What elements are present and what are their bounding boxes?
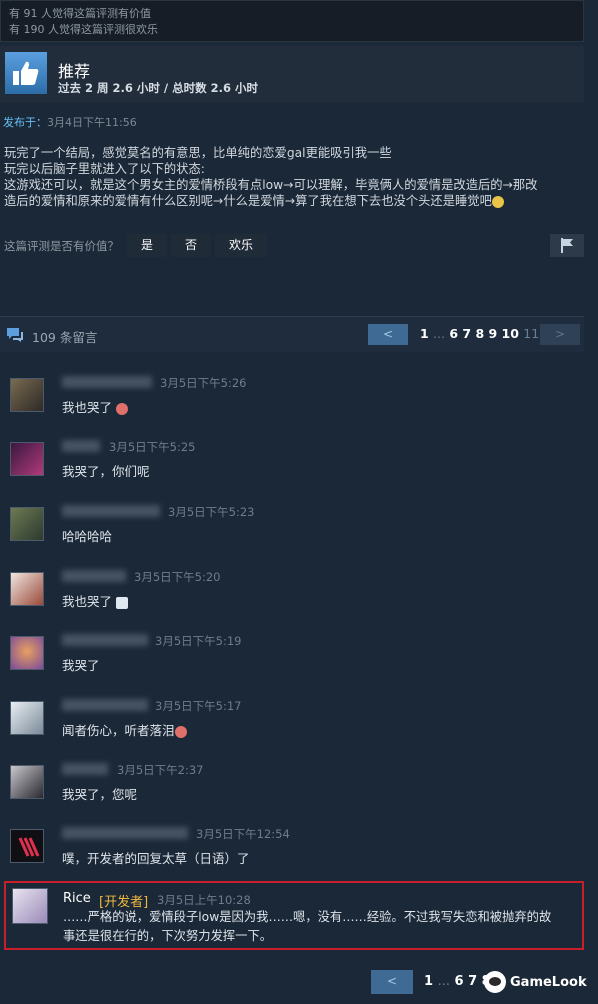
comment-item: 3月5日下午5:20 我也哭了: [0, 568, 584, 628]
vote-question: 这篇评测是否有价值？: [4, 239, 119, 253]
comments-icon: [7, 328, 23, 342]
review-line: 造后的爱情和原来的爱情有什么区别呢→什么是爱情→算了我在想下去也没个头还是睡觉吧: [4, 194, 492, 208]
comment-text: 噗，开发者的回复太草（日语）了: [62, 851, 250, 866]
recommendation-header: 推荐 过去 2 周 2.6 小时 / 总时数 2.6 小时: [0, 46, 584, 102]
comment-time: 3月5日下午12:54: [196, 827, 290, 841]
review-line: 这游戏还可以，就是这个男女主的爱情桥段有点low→可以理解，毕竟俩人的爱情是改造…: [4, 178, 538, 192]
comment-text: 我哭了: [62, 658, 100, 673]
report-flag-button[interactable]: [550, 234, 584, 257]
avatar[interactable]: [10, 701, 44, 735]
commenter-name-blurred[interactable]: [62, 376, 152, 388]
comment-item: 3月5日下午5:19 我哭了: [0, 632, 584, 692]
posted-label: 发布于：: [3, 116, 47, 129]
comment-time: 3月5日下午5:20: [134, 570, 221, 584]
comment-item: 3月5日下午12:54 噗，开发者的回复太草（日语）了: [0, 825, 584, 885]
sleepy-emoji-icon: [491, 195, 504, 208]
pagination-prev-button[interactable]: <: [368, 324, 408, 345]
gamelook-watermark: GameLook: [484, 970, 587, 994]
comment-item: 3月5日下午5:26 我也哭了: [0, 374, 584, 434]
comment-time: 3月5日下午5:23: [168, 505, 255, 519]
avatar[interactable]: [10, 572, 44, 606]
commenter-name-blurred[interactable]: [62, 634, 148, 646]
review-body: 玩完了一个结局，感觉莫名的有意思，比单纯的恋爱gal更能吸引我一些 玩完以后脑子…: [4, 145, 584, 209]
page-last[interactable]: 11: [523, 326, 539, 341]
review-line: 玩完以后脑子里就进入了以下的状态:: [4, 162, 205, 176]
avatar[interactable]: [10, 765, 44, 799]
commenter-name-blurred[interactable]: [62, 440, 100, 452]
posted-date: 发布于：3月4日下午11:56: [3, 114, 137, 130]
comment-text: 哈哈哈哈: [62, 529, 113, 544]
funny-count-text: 有 190 人觉得这篇评测很欢乐: [9, 23, 158, 36]
flag-icon: [561, 238, 573, 253]
thumbs-up-icon: [5, 52, 47, 94]
avatar[interactable]: [10, 829, 44, 863]
developer-comment-text: ……严格的说，爱情段子low是因为我……嗯，没有……经验。不过我写失恋和被抛弃的…: [63, 908, 578, 946]
avatar[interactable]: [10, 636, 44, 670]
comment-item: 3月5日下午2:37 我哭了，您呢: [0, 761, 584, 821]
posted-date-value: 3月4日下午11:56: [47, 116, 137, 129]
vote-no-button[interactable]: 否: [171, 234, 211, 257]
comment-text: 闻者伤心，听者落泪: [62, 720, 187, 739]
vote-funny-button[interactable]: 欢乐: [215, 234, 267, 257]
recommendation-title: 推荐: [58, 62, 91, 81]
page-ellipsis: ...: [433, 326, 445, 341]
comment-time: 3月5日下午2:37: [117, 763, 204, 777]
commenter-name-blurred[interactable]: [62, 570, 126, 582]
developer-name[interactable]: Rice: [63, 891, 91, 906]
review-line-last: 造后的爱情和原来的爱情有什么区别呢→什么是爱情→算了我在想下去也没个头还是睡觉吧: [4, 193, 584, 209]
comment-text: 我也哭了: [62, 397, 128, 416]
commenter-name-blurred[interactable]: [62, 763, 108, 775]
commenter-name-blurred[interactable]: [62, 505, 160, 517]
page-current[interactable]: 1: [424, 974, 433, 989]
dev-comment-line: ……严格的说，爱情段子low是因为我……嗯，没有……经验。不过我写失恋和被抛弃的…: [63, 910, 552, 924]
dev-comment-line: 事还是很在行的，下次努力发挥一下。: [63, 929, 273, 943]
comment-text: 我哭了，您呢: [62, 787, 138, 802]
comment-time: 3月5日下午5:19: [155, 634, 242, 648]
comment-item: 3月5日下午5:17 闻者伤心，听者落泪: [0, 697, 584, 757]
avatar[interactable]: [10, 507, 44, 541]
comment-time: 3月5日上午10:28: [157, 893, 251, 907]
watermark-text: GameLook: [510, 974, 587, 990]
comment-item: 3月5日下午5:23 哈哈哈哈: [0, 503, 584, 563]
avatar[interactable]: [10, 378, 44, 412]
avatar[interactable]: [12, 888, 48, 924]
gamelook-logo-icon: [484, 971, 506, 993]
comment-item: 3月5日下午5:25 我哭了，你们呢: [0, 438, 584, 498]
emoji-icon: [116, 596, 128, 609]
pagination-pages: 1 ... 6 7 8: [424, 974, 491, 989]
comment-text: 我哭了，你们呢: [62, 464, 150, 479]
review-line: 玩完了一个结局，感觉莫名的有意思，比单纯的恋爱gal更能吸引我一些: [4, 146, 392, 160]
helpful-count-text: 有 91 人觉得这篇评测有价值: [9, 7, 151, 20]
helpful-summary: 有 91 人觉得这篇评测有价值 有 190 人觉得这篇评测很欢乐: [0, 0, 584, 42]
pagination-prev-button[interactable]: <: [371, 970, 413, 994]
emoji-icon: [116, 402, 128, 415]
comment-time: 3月5日下午5:25: [109, 440, 196, 454]
vote-yes-button[interactable]: 是: [127, 234, 167, 257]
commenter-name-blurred[interactable]: [62, 827, 188, 839]
avatar[interactable]: [10, 442, 44, 476]
playtime-hours: 过去 2 周 2.6 小时 / 总时数 2.6 小时: [58, 81, 258, 95]
comments-count: 109 条留言: [32, 330, 98, 345]
vote-row: 这篇评测是否有价值？ 是 否 欢乐: [0, 234, 584, 258]
comments-header: 109 条留言 < 1 ... 6 7 8 9 10 11 >: [0, 316, 584, 352]
page-ellipsis: ...: [437, 974, 450, 989]
commenter-name-blurred[interactable]: [62, 699, 148, 711]
page-links[interactable]: 6 7 8 9 10: [449, 326, 519, 341]
franxx-logo-icon: [18, 837, 40, 857]
comment-time: 3月5日下午5:17: [155, 699, 242, 713]
emoji-icon: [174, 725, 187, 738]
pagination-next-button[interactable]: >: [540, 324, 580, 345]
comment-text: 我也哭了: [62, 591, 128, 610]
pagination-pages: 1 ... 6 7 8 9 10 11: [420, 326, 539, 341]
developer-comment: Rice [开发者] 3月5日上午10:28 ……严格的说，爱情段子low是因为…: [4, 881, 584, 950]
comment-time: 3月5日下午5:26: [160, 376, 247, 390]
page-current[interactable]: 1: [420, 326, 429, 341]
